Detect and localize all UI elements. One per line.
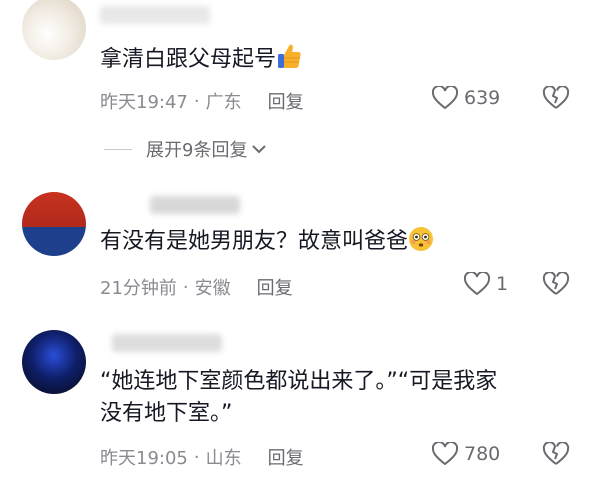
dislike-button[interactable] — [542, 441, 570, 470]
comment-text-line2: 没有地下室。” — [100, 401, 233, 426]
heart-icon — [464, 272, 490, 296]
thumbs-up-icon — [276, 42, 302, 80]
username-blurred[interactable] — [100, 6, 210, 24]
comment-text-content: 拿清白跟父母起号 — [100, 47, 277, 72]
comment-location: 山东 — [205, 448, 242, 469]
like-button[interactable]: 639 — [432, 86, 500, 110]
reply-button[interactable]: 回复 — [268, 444, 304, 470]
username-blurred[interactable] — [112, 334, 222, 352]
comment-text-line1: “她连地下室颜色都说出来了。”“可是我家 — [100, 369, 498, 394]
like-count: 780 — [464, 443, 501, 465]
comment-text: 拿清白跟父母起号 — [100, 42, 570, 80]
divider-line — [104, 148, 132, 150]
comment-text-content: 有没有是她男朋友？故意叫爸爸 — [100, 229, 409, 254]
comment-location: 广东 — [205, 92, 242, 113]
reply-button[interactable]: 回复 — [268, 88, 304, 114]
like-count: 1 — [496, 273, 509, 295]
broken-heart-icon — [542, 441, 570, 465]
username-blurred[interactable] — [150, 196, 240, 214]
comment-time: 昨天19:47 — [100, 92, 188, 113]
dislike-button[interactable] — [542, 85, 570, 114]
broken-heart-icon — [542, 85, 570, 109]
heart-icon — [432, 86, 458, 110]
like-button[interactable]: 780 — [432, 442, 500, 466]
flushed-face-icon — [408, 226, 434, 262]
comment-text: 有没有是她男朋友？故意叫爸爸 — [100, 226, 570, 262]
reply-button[interactable]: 回复 — [257, 274, 293, 300]
avatar[interactable] — [22, 330, 86, 394]
like-count: 639 — [464, 87, 501, 109]
comment-time: 昨天19:05 — [100, 448, 188, 469]
comment-location: 安徽 — [194, 278, 231, 299]
broken-heart-icon — [542, 271, 570, 295]
avatar[interactable] — [22, 192, 86, 256]
avatar[interactable] — [22, 0, 86, 60]
expand-replies-button[interactable]: 展开9条回复 — [104, 136, 267, 162]
comment-meta: 昨天19:05 · 山东 回复 — [100, 444, 304, 470]
heart-icon — [432, 442, 458, 466]
comment-meta: 昨天19:47 · 广东 回复 — [100, 88, 304, 114]
like-button[interactable]: 1 — [464, 272, 508, 296]
comment-meta: 21分钟前 · 安徽 回复 — [100, 274, 293, 300]
comment-time: 21分钟前 — [100, 278, 177, 299]
expand-replies-label: 展开9条回复 — [146, 140, 248, 161]
chevron-down-icon — [252, 145, 267, 154]
comment-text: “她连地下室颜色都说出来了。”“可是我家 没有地下室。” — [100, 366, 580, 430]
dislike-button[interactable] — [542, 271, 570, 300]
